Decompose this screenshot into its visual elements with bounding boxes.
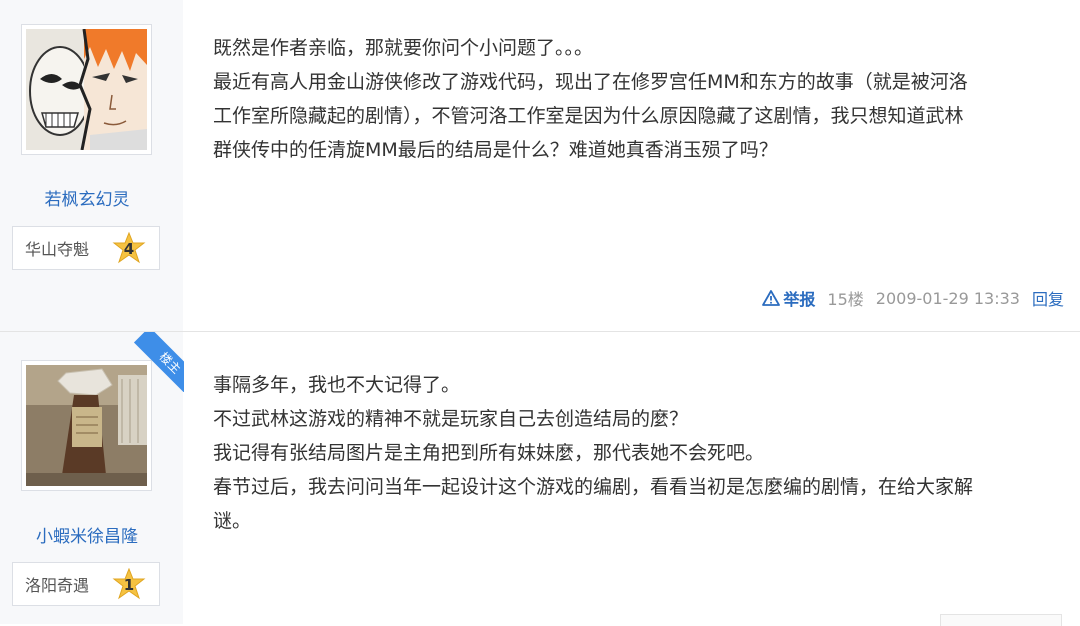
warning-icon — [762, 290, 781, 306]
avatar[interactable] — [21, 24, 152, 155]
rank-title: 华山夺魁 — [25, 240, 90, 259]
user-rank: 华山夺魁 4 — [12, 226, 160, 270]
post-text-line: 春节过后，我去问问当年一起设计这个游戏的编剧，看看当初是怎麼编的剧情，在给大家解 — [213, 476, 974, 498]
report-button[interactable]: 举报 — [762, 286, 815, 310]
post-floor-15: 若枫玄幻灵 华山夺魁 4 既然是作者亲临，那就要你问个小问题了。。。 最近有高人… — [0, 0, 1080, 332]
post-content: 既然是作者亲临，那就要你问个小问题了。。。 最近有高人用金山游侠修改了游戏代码，… — [183, 0, 1080, 331]
post-meta: 举报 15楼 2009-01-29 13:33 回复 — [762, 286, 1064, 310]
floor-number: 15楼 — [827, 290, 864, 309]
post-content: 事隔多年，我也不大记得了。 不过武林这游戏的精神不就是玩家自己去创造结局的麼？ … — [183, 332, 1080, 624]
post-text-line: 我记得有张结局图片是主角把到所有妹妹麼，那代表她不会死吧。 — [213, 442, 765, 464]
rank-star-icon: 1 — [112, 567, 146, 602]
rank-level: 4 — [123, 240, 135, 258]
rank-title: 洛阳奇遇 — [25, 576, 90, 595]
username[interactable]: 若枫玄幻灵 — [0, 185, 174, 210]
bottom-panel-edge — [940, 614, 1062, 626]
username[interactable]: 小蝦米徐昌隆 — [0, 522, 174, 547]
original-poster-badge: 楼主 — [124, 332, 184, 392]
post-original-poster: 小蝦米徐昌隆 洛阳奇遇 1 楼主 事隔多年，我也不大记得了。 不过武林这游戏的精… — [0, 332, 1080, 624]
post-author-sidebar: 若枫玄幻灵 华山夺魁 4 — [0, 0, 183, 331]
reply-button[interactable]: 回复 — [1032, 286, 1064, 310]
post-text-line: 既然是作者亲临，那就要你问个小问题了。。。 — [213, 37, 594, 59]
post-text-line: 群侠传中的任清旋MM最后的结局是什么？难道她真香消玉殒了吗？ — [213, 139, 778, 161]
rank-level: 1 — [123, 576, 135, 594]
report-label: 举报 — [783, 290, 816, 309]
post-text-line: 工作室所隐藏起的剧情），不管河洛工作室是因为什么原因隐藏了这剧情，我只想知道武林 — [213, 105, 964, 127]
post-text-line: 谜。 — [213, 510, 252, 532]
post-text-line: 事隔多年，我也不大记得了。 — [213, 374, 461, 396]
avatar-image — [26, 29, 147, 150]
post-time: 2009-01-29 13:33 — [875, 288, 1020, 308]
badge-label: 楼主 — [133, 332, 184, 392]
post-text-line: 不过武林这游戏的精神不就是玩家自己去创造结局的麼？ — [213, 408, 689, 430]
rank-star-icon: 4 — [112, 231, 146, 266]
post-text-line: 最近有高人用金山游侠修改了游戏代码，现出了在修罗宫任MM和东方的故事（就是被河洛 — [213, 71, 968, 93]
user-rank: 洛阳奇遇 1 — [12, 562, 160, 606]
